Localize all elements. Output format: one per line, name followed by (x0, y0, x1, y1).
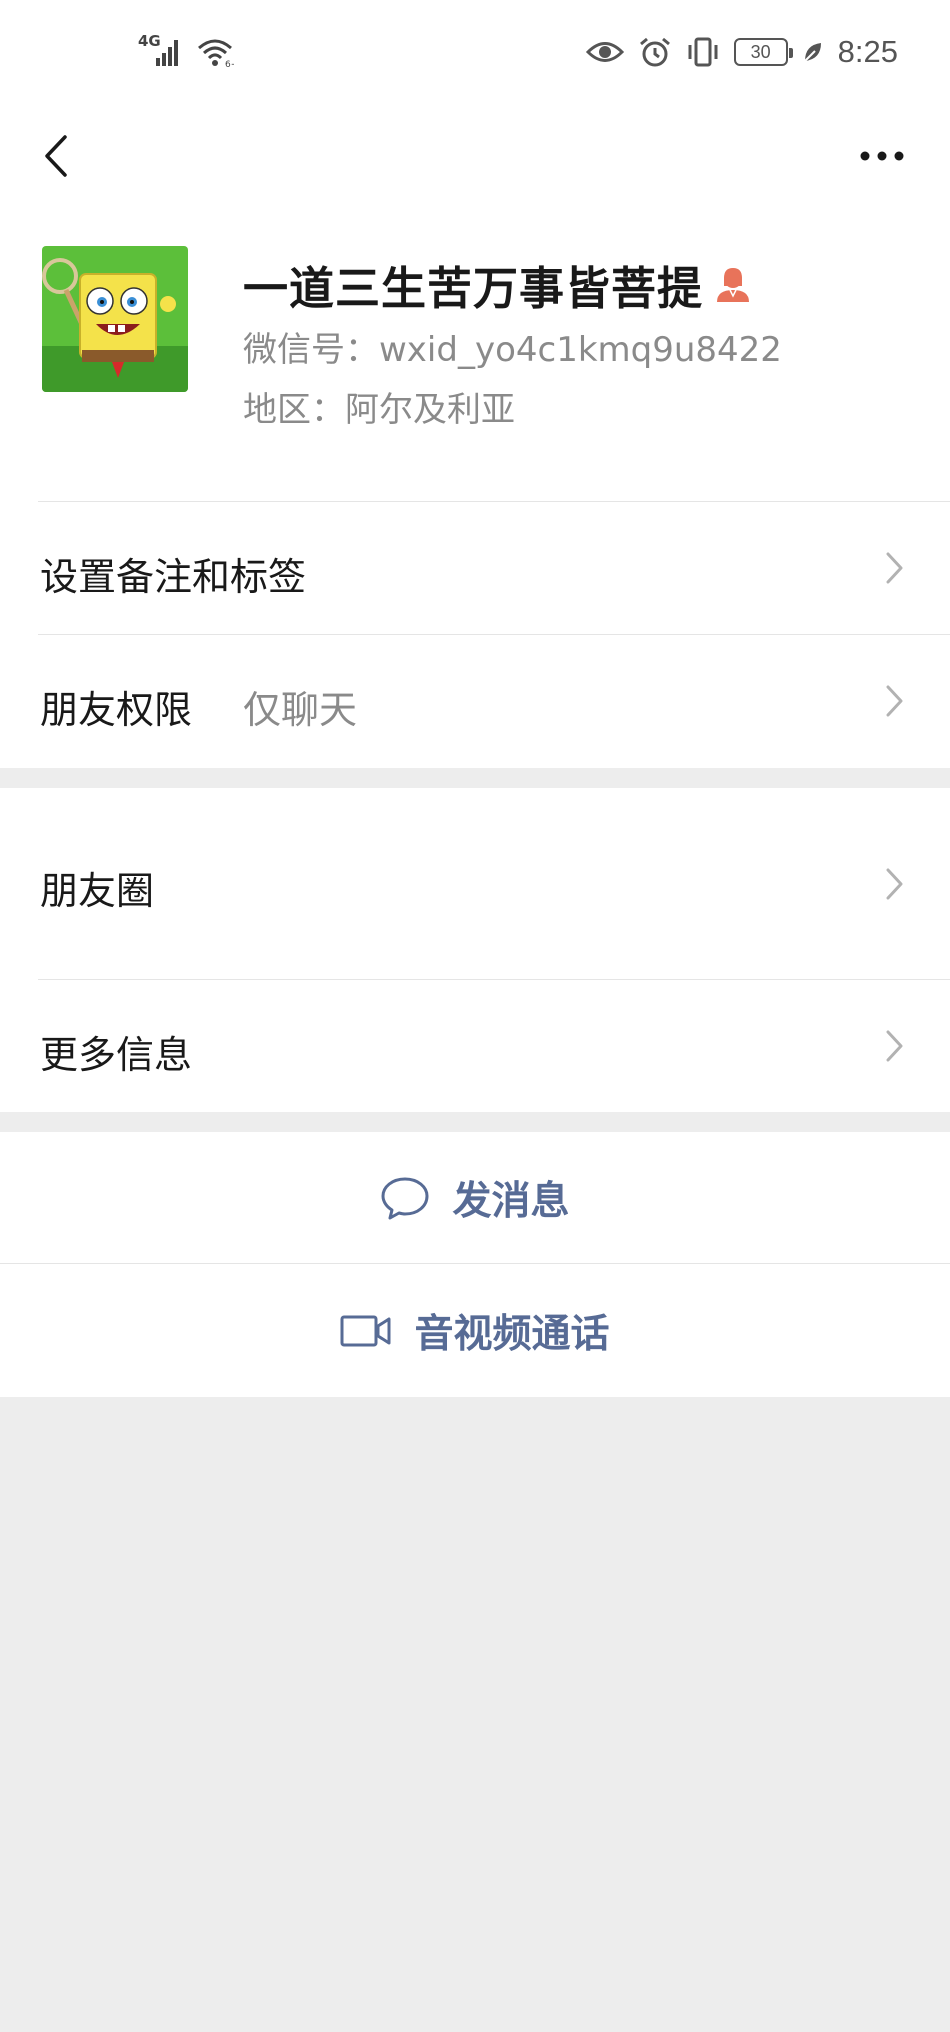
status-left: 4G 6+ (138, 32, 234, 68)
video-call-label: 音视频通话 (414, 1311, 610, 1357)
send-message-label: 发消息 (452, 1179, 570, 1224)
moments-cell[interactable]: 朋友圈 (0, 788, 950, 980)
clock: 8:25 (837, 34, 898, 69)
video-camera-icon (340, 1315, 391, 1346)
profile-header: 一道三生苦万事皆菩提 微信号：wxid_yo4c1kmq9u8422 地区：阿尔… (0, 210, 950, 502)
vibrate-icon (688, 37, 718, 67)
friend-permission-label: 朋友权限 (40, 688, 193, 732)
female-user-icon (717, 267, 750, 302)
svg-text:6+: 6+ (225, 60, 234, 68)
more-button[interactable] (852, 128, 912, 184)
avatar[interactable] (42, 246, 188, 392)
moments-label: 朋友圈 (40, 869, 155, 913)
status-right: 30 8:25 (585, 34, 898, 70)
status-bar: 4G 6+ (0, 0, 950, 110)
chevron-left-icon (45, 135, 67, 177)
eye-icon (585, 42, 624, 62)
remark-tags-label: 设置备注和标签 (40, 555, 307, 599)
nickname: 一道三生苦万事皆菩提 (243, 262, 704, 315)
chat-bubble-icon (381, 1177, 429, 1220)
wifi-icon: 6+ (198, 39, 234, 68)
wechat-id: 微信号：wxid_yo4c1kmq9u8422 (243, 330, 782, 370)
nickname-row: 一道三生苦万事皆菩提 (243, 252, 751, 317)
friend-permission-cell[interactable]: 朋友权限 仅聊天 (0, 635, 950, 768)
network-type: 4G (138, 32, 161, 50)
nav-bar (0, 110, 950, 210)
alarm-icon (639, 37, 670, 67)
chevron-right-icon (886, 1030, 903, 1062)
battery-level: 30 (750, 41, 771, 62)
remark-tags-cell[interactable]: 设置备注和标签 (0, 502, 950, 635)
leaf-icon (803, 43, 821, 62)
chevron-right-icon (886, 685, 903, 717)
chevron-right-icon (886, 868, 903, 900)
more-info-cell[interactable]: 更多信息 (0, 980, 950, 1112)
send-message-button[interactable]: 发消息 (0, 1132, 950, 1264)
signal-icon: 4G (138, 32, 184, 68)
battery-icon: 30 (733, 38, 793, 66)
more-dots-icon (860, 151, 904, 161)
region: 地区：阿尔及利亚 (243, 390, 515, 430)
avatar-image (42, 246, 188, 392)
friend-permission-value: 仅聊天 (243, 688, 358, 732)
chevron-right-icon (886, 552, 903, 584)
video-call-button[interactable]: 音视频通话 (0, 1264, 950, 1397)
more-info-label: 更多信息 (40, 1033, 193, 1077)
back-button[interactable] (28, 124, 84, 188)
